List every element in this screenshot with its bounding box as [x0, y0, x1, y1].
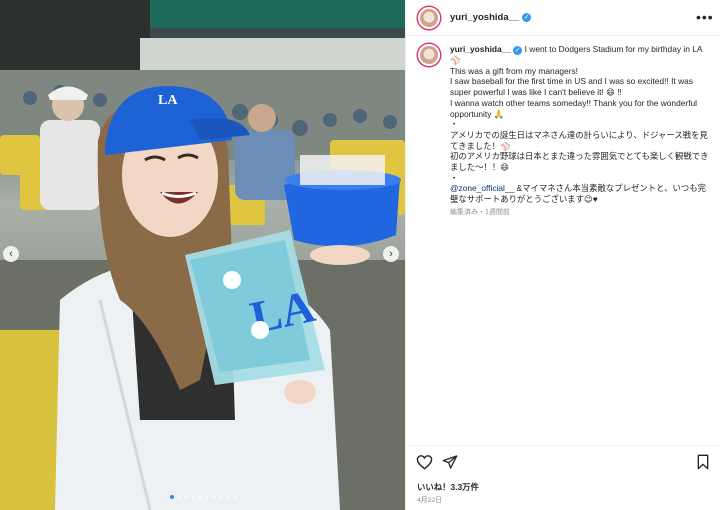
carousel-dot[interactable] [233, 495, 237, 499]
action-bar: いいね！3.3万件 4月22日 [406, 445, 720, 510]
verified-badge-icon: ✓ [522, 13, 532, 22]
post-header: yuri_yoshida__ ✓ ••• [406, 0, 720, 36]
mention-link[interactable]: @zone_official__ [450, 183, 514, 193]
caption-line: I wanna watch other teams someday!! Than… [450, 97, 698, 119]
caption-username[interactable]: yuri_yoshida__ [450, 44, 511, 54]
caption-meta: 編集済み・1週間前 [450, 208, 510, 216]
carousel-dot[interactable] [219, 495, 223, 499]
header-username[interactable]: yuri_yoshida__ ✓ [450, 12, 532, 23]
heart-icon[interactable] [416, 454, 433, 470]
carousel-dot[interactable] [184, 495, 188, 499]
carousel-prev-button[interactable]: ‹ [3, 246, 19, 262]
caption-bullet: ・ [450, 119, 459, 130]
post-date: 4月22日 [417, 497, 442, 504]
post-photo[interactable]: LA LA ‹ › [0, 0, 405, 510]
carousel-dot[interactable] [170, 495, 174, 499]
cap-logo: LA [158, 93, 178, 108]
carousel-dot[interactable] [177, 495, 181, 499]
carousel-next-button[interactable]: › [383, 246, 399, 262]
bookmark-icon[interactable] [696, 454, 710, 470]
carousel-dot[interactable] [198, 495, 202, 499]
share-icon[interactable] [442, 454, 458, 470]
carousel-dot[interactable] [205, 495, 209, 499]
caption-line: I saw baseball for the first time in US … [450, 76, 693, 98]
username-text[interactable]: yuri_yoshida__ [450, 12, 519, 23]
likes-count[interactable]: いいね！3.3万件 [417, 481, 479, 493]
caption-text: yuri_yoshida__ ✓ I went to Dodgers Stadi… [450, 44, 712, 219]
caption-line: This was a gift from my managers! [450, 65, 578, 76]
carousel-dot[interactable] [212, 495, 216, 499]
caption-line: 初のアメリカ野球は日本とまた違った雰囲気でとても楽しく観戦できました〜！！😄 [450, 151, 709, 173]
stadium-photo-illustration: LA LA [0, 0, 405, 510]
more-options-icon[interactable]: ••• [696, 9, 714, 25]
caption-bullet: ・ [450, 172, 459, 183]
avatar[interactable] [418, 7, 440, 29]
carousel-dot[interactable] [226, 495, 230, 499]
carousel-dot[interactable] [191, 495, 195, 499]
post-side-panel: yuri_yoshida__ ✓ ••• yuri_yoshida__ ✓ I … [405, 0, 720, 510]
caption-line: アメリカでの誕生日はマネさん達の計らいにより、ドジャース戦を見てきました！⚾ [450, 129, 708, 151]
avatar[interactable] [418, 44, 440, 66]
carousel-dots [170, 495, 237, 499]
verified-badge-icon: ✓ [513, 46, 523, 55]
